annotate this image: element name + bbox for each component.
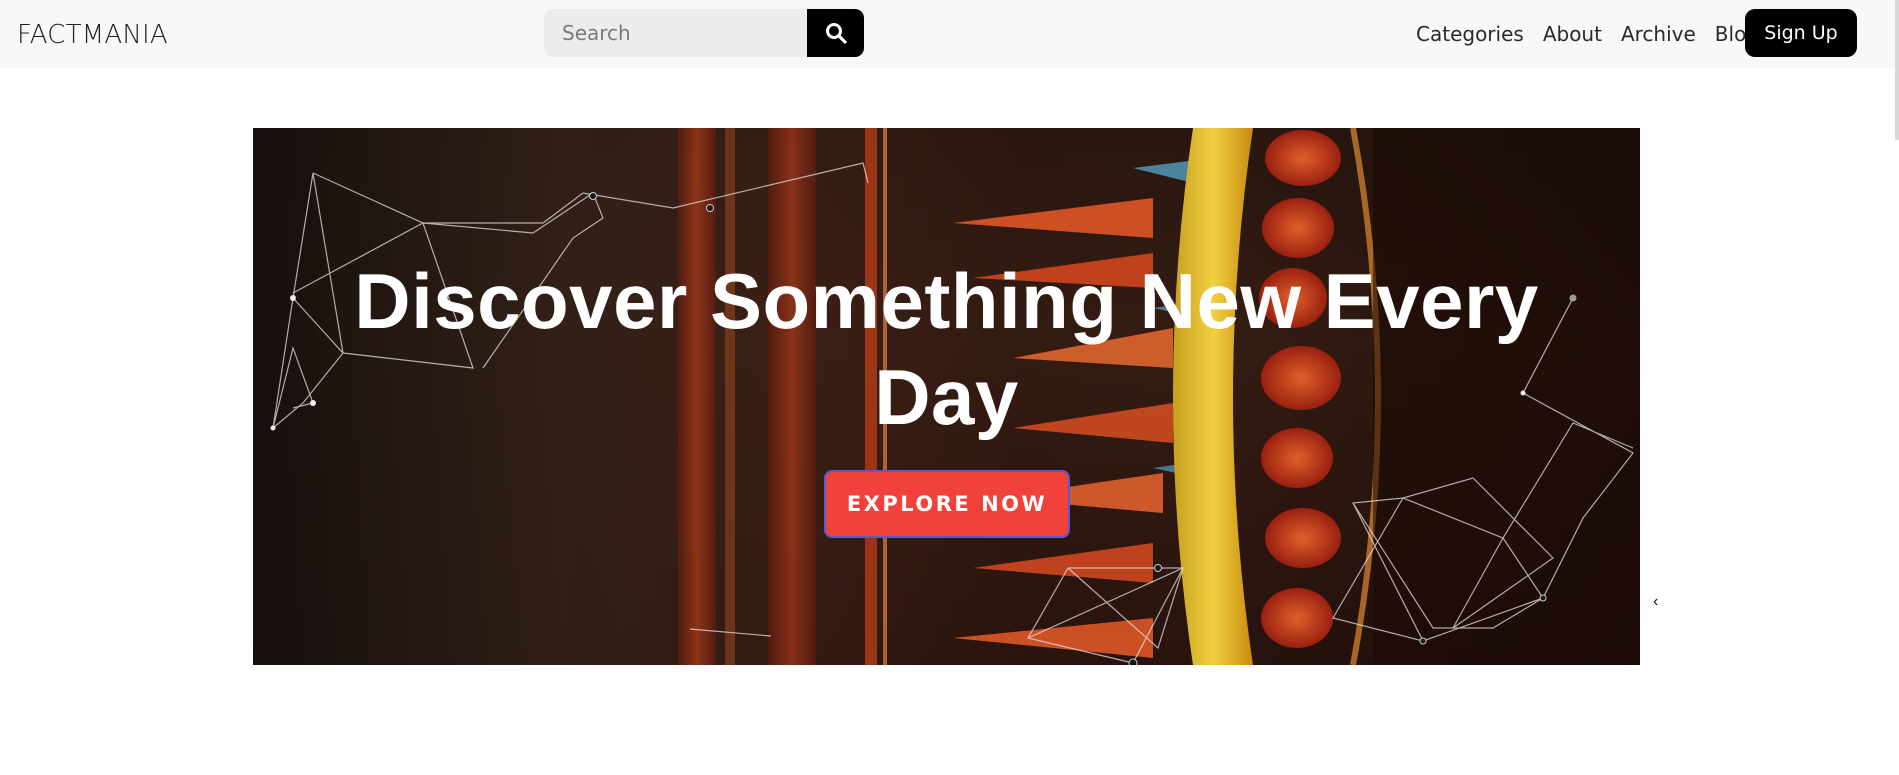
hero-banner: Discover Something New Every Day EXPLORE… <box>253 128 1640 665</box>
top-navbar: FACTMANIA Categories About Archive Blog … <box>0 0 1899 68</box>
explore-now-button[interactable]: EXPLORE NOW <box>824 470 1070 538</box>
search-form <box>544 9 864 57</box>
search-input[interactable] <box>544 9 807 57</box>
signup-button[interactable]: Sign Up <box>1745 9 1857 57</box>
hero-title: Discover Something New Every Day <box>354 257 1539 441</box>
nav-link-about[interactable]: About <box>1543 22 1602 46</box>
nav-link-archive[interactable]: Archive <box>1621 22 1696 46</box>
search-icon <box>825 23 847 44</box>
nav-links: Categories About Archive Blog <box>1416 22 1759 46</box>
search-button[interactable] <box>807 9 864 57</box>
nav-link-categories[interactable]: Categories <box>1416 22 1524 46</box>
brand-logo[interactable]: FACTMANIA <box>17 20 168 50</box>
scrollbar[interactable] <box>1895 0 1899 140</box>
carousel-arrow-icon[interactable]: ‹ <box>1653 593 1658 611</box>
